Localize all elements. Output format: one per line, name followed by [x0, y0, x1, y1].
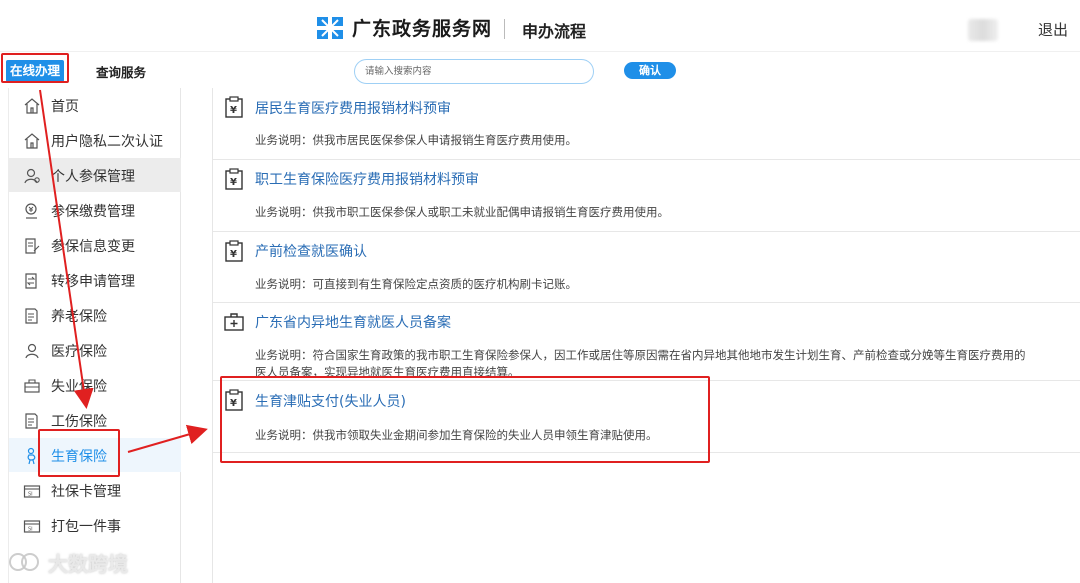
watermark-text: 大数跨境	[48, 552, 128, 576]
watermark-logo-icon	[9, 553, 39, 571]
annotation-arrows	[39, 89, 208, 453]
